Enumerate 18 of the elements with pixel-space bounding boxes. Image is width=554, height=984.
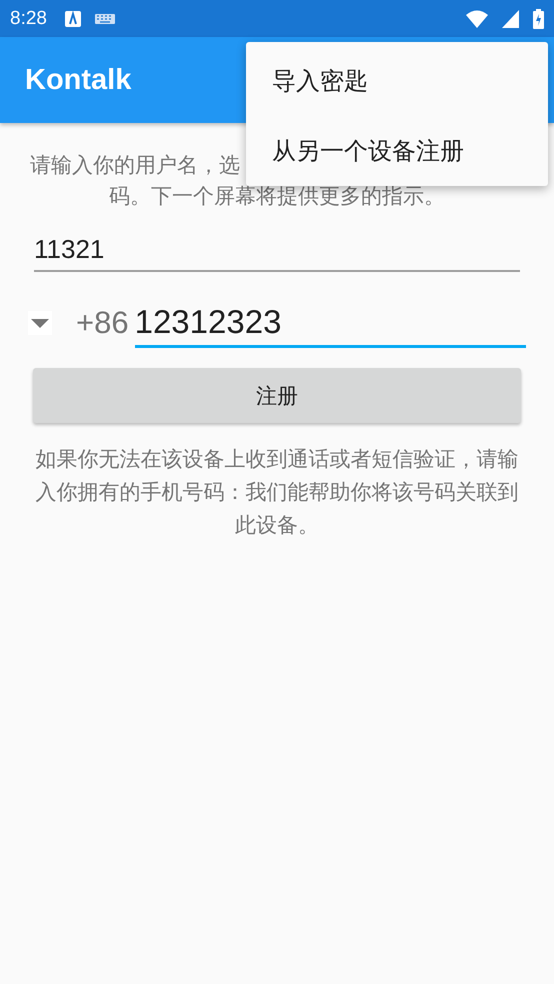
battery-icon bbox=[533, 8, 544, 28]
phone-number-field[interactable]: 12312323 bbox=[134, 298, 526, 348]
signal-icon bbox=[502, 10, 519, 28]
dropdown-icon bbox=[31, 318, 49, 328]
keyboard-icon bbox=[94, 14, 115, 24]
intro-text: 码。下一个屏幕将提供更多的指示。 bbox=[109, 183, 445, 210]
help-text: 如果你无法在该设备上收到通话或者短信验证，请输入你拥有的手机号码：我们能帮助你将该号码关联到此设备。 bbox=[34, 446, 520, 539]
status-time: 8:28 bbox=[10, 8, 47, 30]
country-dropdown[interactable] bbox=[28, 311, 52, 335]
menu-item[interactable]: 导入密匙 bbox=[246, 46, 548, 116]
app-title: Kontalk bbox=[25, 64, 132, 96]
keyboard-language-icon bbox=[64, 10, 81, 26]
register-button[interactable]: 注册 bbox=[33, 368, 521, 423]
username-field[interactable]: 11321 bbox=[34, 228, 520, 272]
country-code: +86 bbox=[76, 305, 129, 341]
wifi-icon bbox=[466, 10, 488, 28]
menu-item[interactable]: 从另一个设备注册 bbox=[246, 116, 548, 186]
intro-text: 请输入你的用户名，选 bbox=[30, 152, 240, 179]
